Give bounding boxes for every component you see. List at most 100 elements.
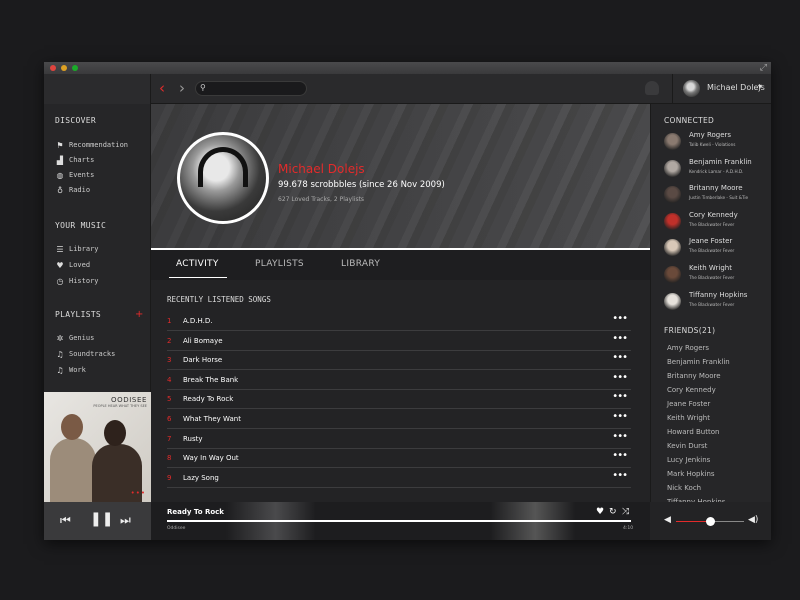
friend-list-item[interactable]: Jeane Foster	[667, 400, 710, 408]
friend-list-item[interactable]: Nick Koch	[667, 484, 701, 492]
album-title: OODISEE	[111, 396, 147, 404]
connected-friend[interactable]: Cory Kennedy The Blackwater Fever	[664, 210, 771, 232]
search-box[interactable]: ⚲	[195, 81, 307, 96]
more-options-icon[interactable]: •••	[612, 372, 628, 383]
sidebar-item-radio[interactable]: ♁ Radio	[55, 185, 145, 197]
connected-friend[interactable]: Amy Rogers Talib Kweli - Violations	[664, 130, 771, 152]
connected-friend[interactable]: Keith Wright The Blackwater Fever	[664, 263, 771, 285]
connected-friend[interactable]: Tiffanny Hopkins The Blackwater Fever	[664, 290, 771, 312]
tab-library[interactable]: LIBRARY	[341, 259, 380, 269]
song-row[interactable]: 2 Ali Bomaye •••	[167, 332, 631, 351]
volume-high-icon[interactable]: ◀)	[748, 515, 758, 525]
friend-list-item[interactable]: Howard Button	[667, 428, 719, 436]
song-row[interactable]: 8 Way In Way Out •••	[167, 449, 631, 469]
notification-bell-icon[interactable]	[645, 81, 659, 95]
divider	[672, 74, 673, 104]
more-options-icon[interactable]: •••	[612, 333, 628, 344]
sidebar-item-history[interactable]: ◷ History	[55, 276, 145, 288]
repeat-icon[interactable]: ↻	[609, 507, 617, 517]
forward-arrow-icon[interactable]: ›	[179, 79, 185, 97]
song-row[interactable]: 3 Dark Horse •••	[167, 351, 631, 371]
playback-controls: ⏮ ❚❚ ⏭	[44, 502, 151, 540]
search-input[interactable]	[210, 83, 302, 94]
friend-now-playing: Talib Kweli - Violations	[689, 142, 736, 147]
sidebar-item-label: Library	[69, 245, 99, 253]
friend-list-item[interactable]: Kevin Durst	[667, 442, 707, 450]
connected-friend[interactable]: Benjamin Franklin Kendrick Lamar - A.D.H.…	[664, 157, 771, 179]
sidebar-item-loved[interactable]: ♥ Loved	[55, 260, 145, 272]
minimize-window-button[interactable]	[61, 65, 67, 71]
song-row[interactable]: 9 Lazy Song •••	[167, 469, 631, 488]
friend-list-item[interactable]: Keith Wright	[667, 414, 710, 422]
friend-avatar	[664, 159, 681, 177]
profile-scrobbles: 99.678 scrobbbles (since 26 Nov 2009)	[278, 180, 445, 190]
song-row[interactable]: 4 Break The Bank •••	[167, 371, 631, 390]
sidebar-item-events[interactable]: ◍ Events	[55, 170, 145, 182]
headphones-graphic	[198, 147, 248, 187]
more-options-icon[interactable]: •••	[612, 450, 628, 461]
more-options-icon[interactable]: •••	[612, 411, 628, 422]
zoom-window-button[interactable]	[72, 65, 78, 71]
song-row[interactable]: 6 What They Want •••	[167, 410, 631, 429]
friend-avatar	[664, 266, 681, 283]
tab-activity[interactable]: ACTIVITY	[176, 259, 219, 269]
friend-list-item[interactable]: Cory Kennedy	[667, 386, 716, 394]
song-number: 2	[167, 336, 172, 345]
sidebar-item-charts[interactable]: ▟ Charts	[55, 155, 145, 167]
pause-button[interactable]: ❚❚	[90, 511, 113, 527]
fullscreen-icon[interactable]: ⤢	[760, 63, 767, 73]
sidebar-item-genius[interactable]: ✲ Genius	[55, 333, 145, 345]
song-title: Way In Way Out	[183, 454, 239, 463]
friend-list-item[interactable]: Britanny Moore	[667, 372, 721, 380]
more-options-icon[interactable]: •••	[612, 431, 628, 442]
friend-name: Tiffanny Hopkins	[689, 290, 748, 299]
volume-low-icon[interactable]: ◀	[664, 515, 671, 525]
sidebar-item-soundtracks[interactable]: ♫ Soundtracks	[55, 349, 145, 361]
previous-track-button[interactable]: ⏮	[60, 513, 71, 528]
profile-meta: 627 Loved Tracks, 2 Playlists	[278, 196, 365, 203]
progress-bar[interactable]	[167, 520, 631, 522]
friend-list-item[interactable]: Lucy Jenkins	[667, 456, 710, 464]
connected-friend[interactable]: Britanny Moore Justin Timberlake - Suit &…	[664, 183, 771, 205]
volume-slider[interactable]	[676, 517, 744, 526]
sidebar-item-library[interactable]: ☰ Library	[55, 244, 145, 256]
love-heart-icon[interactable]: ♥	[596, 507, 604, 517]
song-row[interactable]: 1 A.D.H.D. •••	[167, 312, 631, 331]
more-options-icon[interactable]: •••	[612, 352, 628, 363]
tab-playlists[interactable]: PLAYLISTS	[255, 259, 304, 269]
album-artwork[interactable]: OODISEE PEOPLE HEAR WHAT THEY SEE •••	[44, 392, 151, 502]
sidebar-item-work[interactable]: ♫ Work	[55, 365, 145, 377]
back-arrow-icon[interactable]: ‹	[159, 79, 165, 97]
song-number: 7	[167, 434, 172, 443]
music-note-icon: ♫	[56, 350, 64, 359]
friend-name: Keith Wright	[689, 264, 732, 272]
more-options-icon[interactable]: •••	[612, 470, 628, 481]
sidebar-item-label: Radio	[69, 186, 91, 194]
more-options-icon[interactable]: •••	[612, 313, 628, 324]
add-playlist-button[interactable]: +	[135, 309, 143, 320]
song-row[interactable]: 7 Rusty •••	[167, 430, 631, 449]
flag-icon: ⚑	[56, 141, 64, 150]
user-name[interactable]: Michael Dolejs	[707, 83, 765, 92]
friend-list-item[interactable]: Benjamin Franklin	[667, 358, 730, 366]
section-title: RECENTLY LISTENED SONGS	[167, 295, 271, 304]
shuffle-icon[interactable]: ⤨	[622, 507, 629, 517]
song-number: 9	[167, 473, 172, 482]
friend-list-item[interactable]: Mark Hopkins	[667, 470, 715, 478]
volume-knob[interactable]	[706, 517, 715, 526]
song-number: 8	[167, 454, 172, 463]
close-window-button[interactable]	[50, 65, 56, 71]
friend-list-item[interactable]: Amy Rogers	[667, 344, 709, 352]
globe-icon: ◍	[56, 171, 64, 180]
now-playing-artist: Oddisee	[167, 526, 186, 531]
song-title: Ready To Rock	[183, 395, 234, 404]
sidebar-item-label: Work	[69, 366, 86, 374]
chevron-down-icon[interactable]: ▾	[758, 82, 762, 91]
song-row[interactable]: 5 Ready To Rock •••	[167, 390, 631, 410]
next-track-button[interactable]: ⏭	[120, 513, 131, 528]
sidebar-item-recommendation[interactable]: ⚑ Recommendation	[55, 140, 145, 152]
song-title: Break The Bank	[183, 375, 239, 384]
user-avatar[interactable]	[683, 80, 700, 97]
more-options-icon[interactable]: •••	[612, 391, 628, 402]
connected-friend[interactable]: Jeane Foster The Blackwater Fever	[664, 236, 771, 258]
